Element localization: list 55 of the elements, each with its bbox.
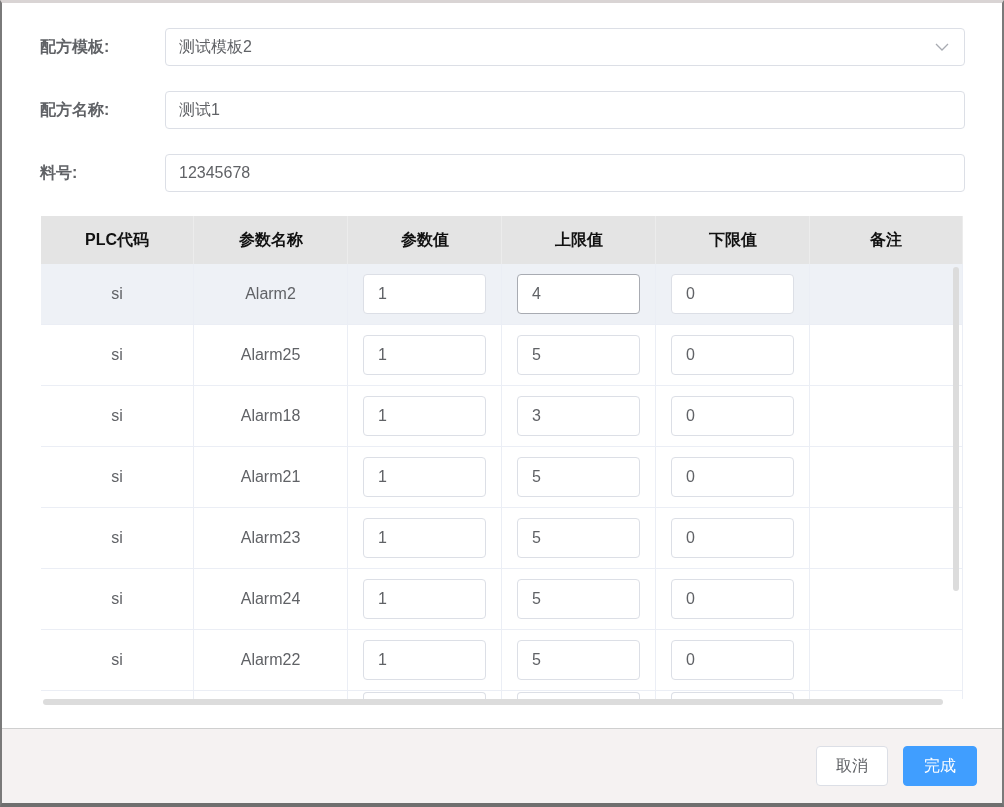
input-field[interactable]: 1 — [363, 274, 486, 314]
table-cell: Alarm23 — [240, 529, 301, 547]
input-field[interactable]: 0 — [671, 274, 794, 314]
chevron-down-icon — [935, 43, 949, 51]
input-field[interactable]: 5 — [517, 579, 640, 619]
table-cell: Alarm21 — [240, 468, 301, 486]
input-field[interactable]: 0 — [671, 396, 794, 436]
template-dropdown[interactable]: 测试模板2 — [165, 28, 965, 66]
table-cell: si — [111, 407, 123, 425]
table-row[interactable]: si Alarm2 1 4 0 — [41, 264, 963, 325]
table-cell: si — [111, 468, 123, 486]
table-cell: Alarm2 — [245, 285, 296, 303]
input-field[interactable]: 1 — [363, 396, 486, 436]
input-field[interactable]: 0 — [671, 518, 794, 558]
input-field[interactable]: 3 — [517, 396, 640, 436]
input-field[interactable]: 5 — [517, 518, 640, 558]
field-label: 配方模板: — [40, 36, 111, 57]
input-field[interactable]: 5 — [517, 457, 640, 497]
input-field[interactable]: 1 — [363, 518, 486, 558]
input-field[interactable]: 4 — [517, 274, 640, 314]
input-field[interactable]: 0 — [671, 457, 794, 497]
vertical-scrollbar[interactable] — [953, 267, 959, 591]
table-cell: Alarm22 — [240, 651, 301, 669]
text-input-field[interactable]: 12345678 — [165, 154, 965, 192]
field-label: 配方名称: — [40, 99, 111, 120]
table-cell: si — [111, 651, 123, 669]
input-field[interactable]: 1 — [363, 457, 486, 497]
table-cell: Alarm25 — [240, 346, 301, 364]
input-field[interactable]: 1 — [363, 640, 486, 680]
table-cell: si — [111, 590, 123, 608]
table-cell: si — [111, 346, 123, 364]
table-row[interactable]: si Alarm25 1 5 0 — [41, 325, 963, 386]
table-cell: si — [111, 529, 123, 547]
table-row[interactable]: si Alarm18 1 3 0 — [41, 386, 963, 447]
input-field[interactable]: 5 — [517, 640, 640, 680]
table-cell: Alarm24 — [240, 590, 301, 608]
text-input-field[interactable]: 测试1 — [165, 91, 965, 129]
table-row[interactable]: si Alarm21 1 5 0 — [41, 447, 963, 508]
input-field[interactable] — [363, 692, 486, 699]
input-field[interactable] — [671, 692, 794, 699]
input-field[interactable]: 0 — [671, 640, 794, 680]
table-row[interactable]: si Alarm22 1 5 0 — [41, 630, 963, 691]
input-field[interactable]: 1 — [363, 579, 486, 619]
table-cell: si — [111, 285, 123, 303]
horizontal-scrollbar[interactable] — [43, 699, 943, 705]
table-row[interactable]: si Alarm24 1 5 0 — [41, 569, 963, 630]
input-field[interactable]: 1 — [363, 335, 486, 375]
table-cell: Alarm18 — [240, 407, 301, 425]
input-field[interactable] — [517, 692, 640, 699]
input-field[interactable]: 0 — [671, 335, 794, 375]
field-label: 料号: — [40, 162, 79, 183]
table-row[interactable]: si Alarm23 1 5 0 — [41, 508, 963, 569]
input-field[interactable]: 0 — [671, 579, 794, 619]
cancel-button[interactable]: 取消 — [816, 746, 888, 786]
input-field[interactable]: 5 — [517, 335, 640, 375]
